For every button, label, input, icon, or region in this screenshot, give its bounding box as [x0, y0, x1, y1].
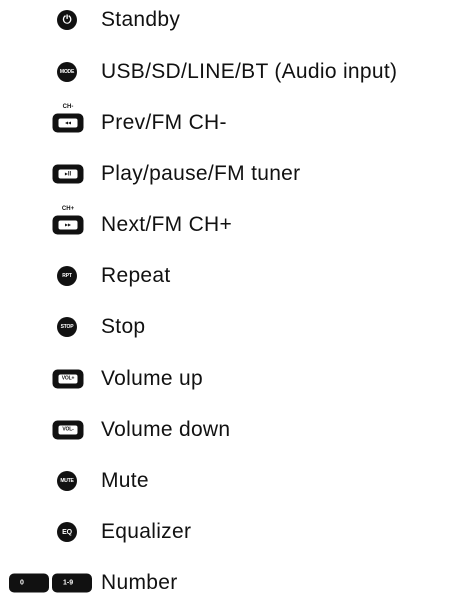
legend-row-next: CH+ ▸▸ Next/FM CH+	[0, 205, 449, 245]
remote-button-legend: ⏻ Standby MODE USB/SD/LINE/BT (Audio inp…	[0, 0, 449, 594]
legend-row-number: 0 1-9 Number	[0, 563, 449, 603]
volume-up-icon: VOL+	[52, 369, 84, 389]
legend-row-volume-up: VOL+ Volume up	[0, 359, 449, 399]
stop-icon: STOP	[57, 317, 77, 337]
power-icon: ⏻	[57, 10, 77, 30]
legend-row-stop: STOP Stop	[0, 307, 449, 347]
ch-minus-tag: CH-	[62, 104, 74, 110]
mode-icon: MODE	[57, 62, 77, 82]
legend-label: Mute	[101, 469, 149, 492]
prev-icon: ◂◂	[52, 113, 84, 133]
legend-row-standby: ⏻ Standby	[0, 0, 449, 40]
legend-label: Stop	[101, 315, 146, 338]
repeat-icon: RPT	[57, 266, 77, 286]
one-to-nine-key-icon: 1-9	[52, 573, 92, 593]
legend-label: Equalizer	[101, 520, 192, 543]
legend-row-mode: MODE USB/SD/LINE/BT (Audio input)	[0, 52, 449, 92]
legend-label: Volume down	[101, 418, 231, 441]
legend-label: Repeat	[101, 264, 171, 287]
legend-row-equalizer: EQ Equalizer	[0, 512, 449, 552]
equalizer-icon: EQ	[57, 522, 77, 542]
play-pause-icon: ▸ll	[52, 164, 84, 184]
legend-row-repeat: RPT Repeat	[0, 256, 449, 296]
legend-label: Volume up	[101, 367, 203, 390]
legend-label: Play/pause/FM tuner	[101, 162, 301, 185]
legend-label: Standby	[101, 8, 181, 31]
zero-key-icon: 0	[9, 573, 49, 593]
number-keys-icon: 0 1-9	[9, 573, 92, 593]
ch-plus-tag: CH+	[61, 206, 75, 212]
legend-label: Number	[101, 571, 178, 594]
volume-down-icon: VOL-	[52, 420, 84, 440]
mute-icon: MUTE	[57, 471, 77, 491]
legend-row-play-pause: ▸ll Play/pause/FM tuner	[0, 154, 449, 194]
legend-row-prev: CH- ◂◂ Prev/FM CH-	[0, 103, 449, 143]
legend-label: USB/SD/LINE/BT (Audio input)	[101, 60, 398, 83]
legend-row-mute: MUTE Mute	[0, 461, 449, 501]
legend-label: Next/FM CH+	[101, 213, 233, 236]
legend-row-volume-down: VOL- Volume down	[0, 410, 449, 450]
legend-label: Prev/FM CH-	[101, 111, 227, 134]
next-icon: ▸▸	[52, 215, 84, 235]
